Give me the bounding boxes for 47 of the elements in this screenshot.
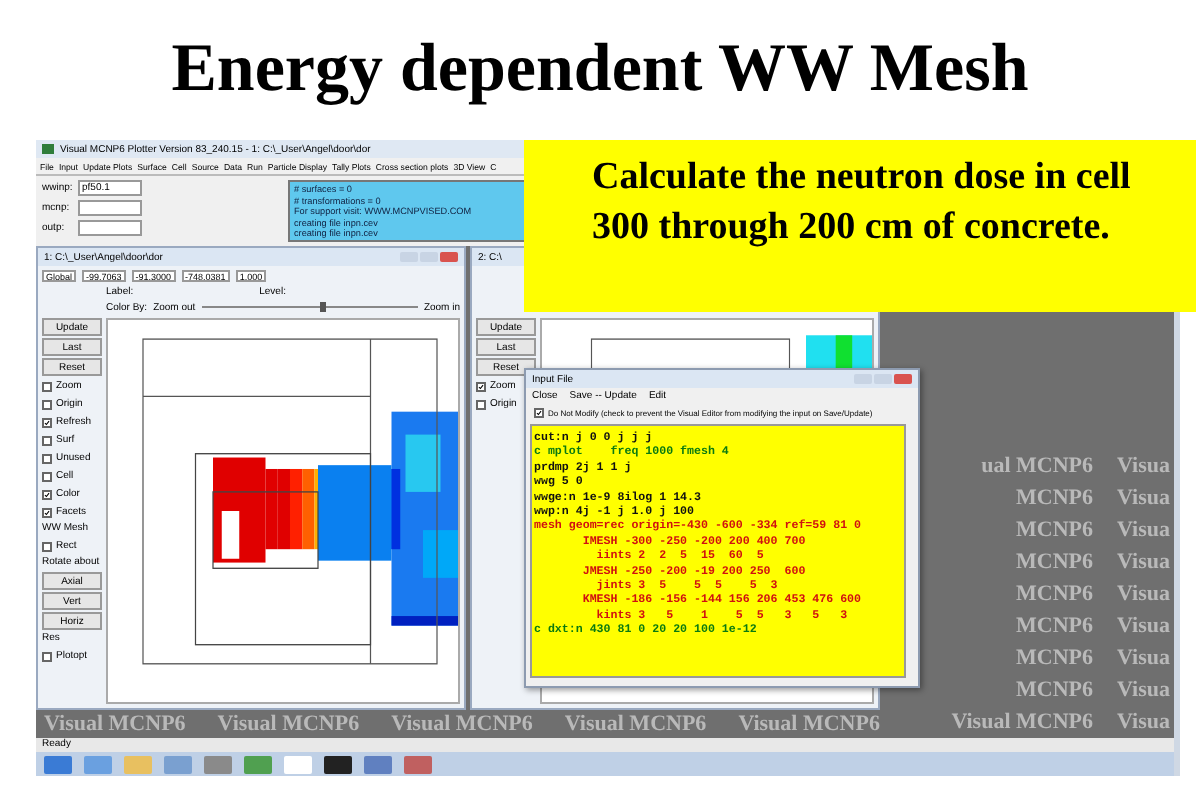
checkbox[interactable] bbox=[42, 435, 52, 445]
watermark-text: Visual MCNP6 bbox=[217, 712, 360, 736]
checkbox[interactable] bbox=[42, 381, 52, 391]
close-button[interactable] bbox=[894, 374, 912, 384]
checkbox[interactable] bbox=[42, 453, 52, 463]
close-button[interactable] bbox=[440, 252, 458, 262]
watermark-text: Visual MCNP6 bbox=[391, 712, 533, 736]
input-field[interactable] bbox=[78, 220, 142, 236]
watermark-text: Visua bbox=[1117, 646, 1170, 670]
input-code-editor[interactable] bbox=[530, 424, 906, 678]
app-icon bbox=[42, 144, 54, 154]
watermark-text: MCNP6 bbox=[1016, 550, 1093, 574]
checkbox[interactable] bbox=[42, 471, 52, 481]
watermark-text: MCNP6 bbox=[1016, 646, 1093, 670]
slider-thumb[interactable] bbox=[320, 302, 327, 312]
checkbox[interactable] bbox=[42, 507, 52, 517]
watermark-text: Visua bbox=[1117, 582, 1170, 606]
watermark-text: Visual MCNP6 bbox=[738, 712, 880, 736]
watermark-text: Visua bbox=[1117, 710, 1170, 734]
checkbox[interactable] bbox=[42, 417, 52, 427]
checkbox[interactable] bbox=[476, 381, 486, 391]
watermark-text: Visua bbox=[1117, 614, 1170, 638]
checkbox[interactable] bbox=[42, 541, 52, 551]
watermark-text: Visua bbox=[1117, 678, 1170, 702]
slide-title: Energy dependent WW Mesh bbox=[169, 30, 1031, 110]
dose-mesh-drawing bbox=[806, 335, 872, 374]
watermark-text: MCNP6 bbox=[1016, 614, 1093, 638]
watermark-text: Visual MCNP6 bbox=[44, 712, 186, 736]
watermark-text: ual MCNP6 bbox=[981, 454, 1093, 478]
watermark-text: Visua bbox=[1117, 518, 1170, 542]
checkbox[interactable] bbox=[42, 399, 52, 409]
watermark-text: MCNP6 bbox=[1016, 582, 1093, 606]
watermark-text: MCNP6 bbox=[1016, 486, 1093, 510]
watermark-text: Visua bbox=[1117, 550, 1170, 574]
watermark-text: MCNP6 bbox=[1016, 518, 1093, 542]
checkbox[interactable] bbox=[534, 408, 544, 418]
taskbar-app-icon[interactable] bbox=[324, 755, 352, 773]
checkbox[interactable] bbox=[42, 651, 52, 661]
watermark-text: Visua bbox=[1117, 486, 1170, 510]
checkbox[interactable] bbox=[476, 399, 486, 409]
watermark-text: Visua bbox=[1117, 454, 1170, 478]
watermark-text: Visual MCNP6 bbox=[564, 712, 707, 736]
watermark-text: MCNP6 bbox=[1016, 678, 1093, 702]
checkbox[interactable] bbox=[42, 489, 52, 499]
watermark-text: Visual MCNP6 bbox=[951, 710, 1093, 734]
input-field[interactable] bbox=[78, 200, 142, 216]
callout-text: Calculate the neutron dose in cell 300 through 200 cm of concrete. bbox=[592, 156, 1131, 248]
